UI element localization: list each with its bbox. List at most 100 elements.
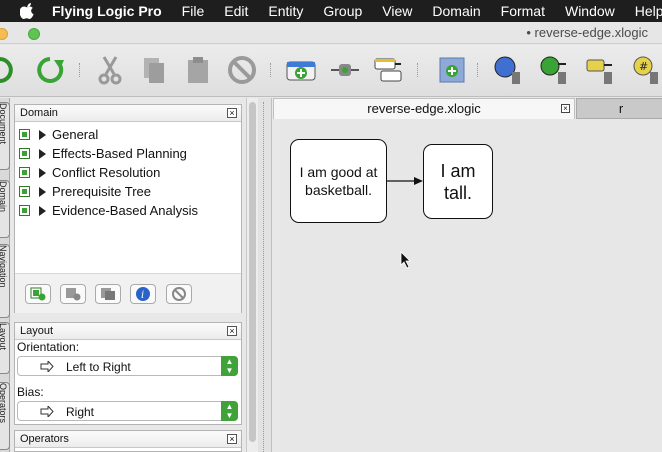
menu-entity[interactable]: Entity: [268, 3, 303, 19]
bias-value: Right: [66, 405, 95, 419]
operators-panel-title: Operators: [20, 433, 69, 445]
entity-text: I am tall.: [440, 160, 476, 203]
menu-bar: Flying Logic Pro File Edit Entity Group …: [0, 0, 662, 22]
menu-file[interactable]: File: [182, 3, 205, 19]
side-tab-label: Document: [0, 103, 8, 145]
domain-icon: [19, 148, 30, 159]
number-icon[interactable]: #: [630, 54, 662, 86]
sidebar-scrollbar[interactable]: [246, 98, 258, 452]
domain-item-general[interactable]: General: [19, 125, 241, 144]
delete-domain-button[interactable]: [166, 284, 192, 304]
menu-edit[interactable]: Edit: [224, 3, 248, 19]
add-entity-icon[interactable]: [285, 54, 317, 86]
side-tab-operators[interactable]: Operators: [0, 382, 10, 450]
disclosure-triangle-icon[interactable]: [39, 186, 46, 197]
menu-window[interactable]: Window: [565, 3, 615, 19]
domain-item-prerequisite-tree[interactable]: Prerequisite Tree: [19, 182, 241, 201]
entity-tall[interactable]: I am tall.: [423, 144, 493, 219]
svg-text:i: i: [141, 290, 144, 301]
edit-domain-button[interactable]: [60, 284, 86, 304]
menu-format[interactable]: Format: [501, 3, 545, 19]
layout-panel-title: Layout: [20, 325, 54, 337]
menu-group[interactable]: Group: [323, 3, 362, 19]
side-tab-layout[interactable]: Layout: [0, 322, 10, 374]
layout-panel: Layout × Orientation: Left to Right ▲ ▼ B…: [14, 322, 242, 425]
add-annotation-icon[interactable]: [373, 54, 405, 86]
mouse-cursor-icon: [400, 251, 411, 269]
side-tab-strip: Document Domain Navigation Layout Operat…: [0, 98, 10, 452]
orientation-label: Orientation:: [17, 340, 80, 354]
stepper-icon[interactable]: ▲ ▼: [221, 401, 238, 421]
edge-weight-icon[interactable]: [538, 54, 570, 86]
stepper-icon[interactable]: ▲ ▼: [221, 356, 238, 376]
entity-class-icon[interactable]: [584, 54, 616, 86]
app-menu[interactable]: Flying Logic Pro: [52, 3, 162, 19]
zoom-button[interactable]: [28, 28, 40, 40]
apple-menu-icon[interactable]: [20, 2, 36, 20]
graph-canvas[interactable]: I am good at basketball. I am tall.: [273, 119, 662, 452]
arrow-right-icon: [40, 406, 54, 417]
cut-icon[interactable]: [94, 54, 126, 86]
new-domain-button[interactable]: [25, 284, 51, 304]
confidence-icon[interactable]: [492, 54, 524, 86]
side-tab-label: Navigation: [0, 245, 8, 288]
disclosure-triangle-icon[interactable]: [39, 148, 46, 159]
domain-icon: [19, 186, 30, 197]
delete-icon[interactable]: [226, 54, 258, 86]
domain-item-effects-based-planning[interactable]: Effects-Based Planning: [19, 144, 241, 163]
domain-info-button[interactable]: i: [130, 284, 156, 304]
menu-view[interactable]: View: [382, 3, 412, 19]
duplicate-domain-icon: [101, 288, 115, 300]
domain-item-label: Conflict Resolution: [52, 165, 161, 180]
domain-panel: Domain × General Effects-Based Planning …: [14, 104, 242, 313]
info-icon: i: [136, 287, 150, 301]
disclosure-triangle-icon[interactable]: [39, 205, 46, 216]
disclosure-triangle-icon[interactable]: [39, 129, 46, 140]
domain-panel-title: Domain: [20, 107, 58, 119]
scrollbar-thumb[interactable]: [249, 102, 256, 442]
side-tab-label: Domain: [0, 181, 8, 213]
duplicate-domain-button[interactable]: [95, 284, 121, 304]
tab-reverse-edge[interactable]: reverse-edge.xlogic ×: [273, 98, 575, 119]
toolbar: #: [0, 45, 662, 97]
toolbar-separator: [477, 63, 479, 77]
edge-arrowhead: [414, 177, 423, 185]
domain-list: General Effects-Based Planning Conflict …: [19, 125, 241, 220]
domain-item-label: General: [52, 127, 99, 142]
close-icon[interactable]: ×: [227, 326, 237, 336]
domain-item-label: Prerequisite Tree: [52, 184, 151, 199]
bias-select[interactable]: Right ▲ ▼: [17, 401, 238, 421]
close-icon[interactable]: ×: [227, 108, 237, 118]
add-group-icon[interactable]: [436, 54, 468, 86]
tab-other-document[interactable]: r: [576, 98, 662, 119]
toolbar-separator: [270, 63, 272, 77]
close-icon[interactable]: ×: [227, 434, 237, 444]
entity-text: I am good at basketball.: [299, 164, 378, 198]
domain-item-conflict-resolution[interactable]: Conflict Resolution: [19, 163, 241, 182]
domain-item-label: Effects-Based Planning: [52, 146, 187, 161]
domain-icon: [19, 167, 30, 178]
paste-icon[interactable]: [182, 54, 214, 86]
side-tab-domain[interactable]: Domain: [0, 180, 10, 238]
toolbar-separator: [417, 63, 419, 77]
splitter-grip: [263, 102, 265, 452]
domain-icon: [19, 205, 30, 216]
close-icon[interactable]: ×: [561, 104, 570, 113]
domain-item-evidence-based-analysis[interactable]: Evidence-Based Analysis: [19, 201, 241, 220]
split-pane-divider[interactable]: [258, 98, 272, 452]
copy-icon[interactable]: [138, 54, 170, 86]
entity-basketball[interactable]: I am good at basketball.: [290, 139, 387, 223]
disclosure-triangle-icon[interactable]: [39, 167, 46, 178]
minimize-button[interactable]: [0, 28, 8, 40]
side-tab-navigation[interactable]: Navigation: [0, 244, 10, 318]
side-tab-document[interactable]: Document: [0, 102, 10, 170]
redo-icon[interactable]: [34, 54, 66, 86]
menu-help[interactable]: Help: [635, 3, 662, 19]
insert-entity-icon[interactable]: [329, 54, 361, 86]
window-title-bar: • reverse-edge.xlogic: [0, 22, 662, 44]
svg-text:#: #: [639, 60, 648, 73]
orientation-select[interactable]: Left to Right ▲ ▼: [17, 356, 238, 376]
undo-icon[interactable]: [0, 54, 16, 86]
tab-label: reverse-edge.xlogic: [367, 101, 481, 116]
menu-domain[interactable]: Domain: [432, 3, 480, 19]
